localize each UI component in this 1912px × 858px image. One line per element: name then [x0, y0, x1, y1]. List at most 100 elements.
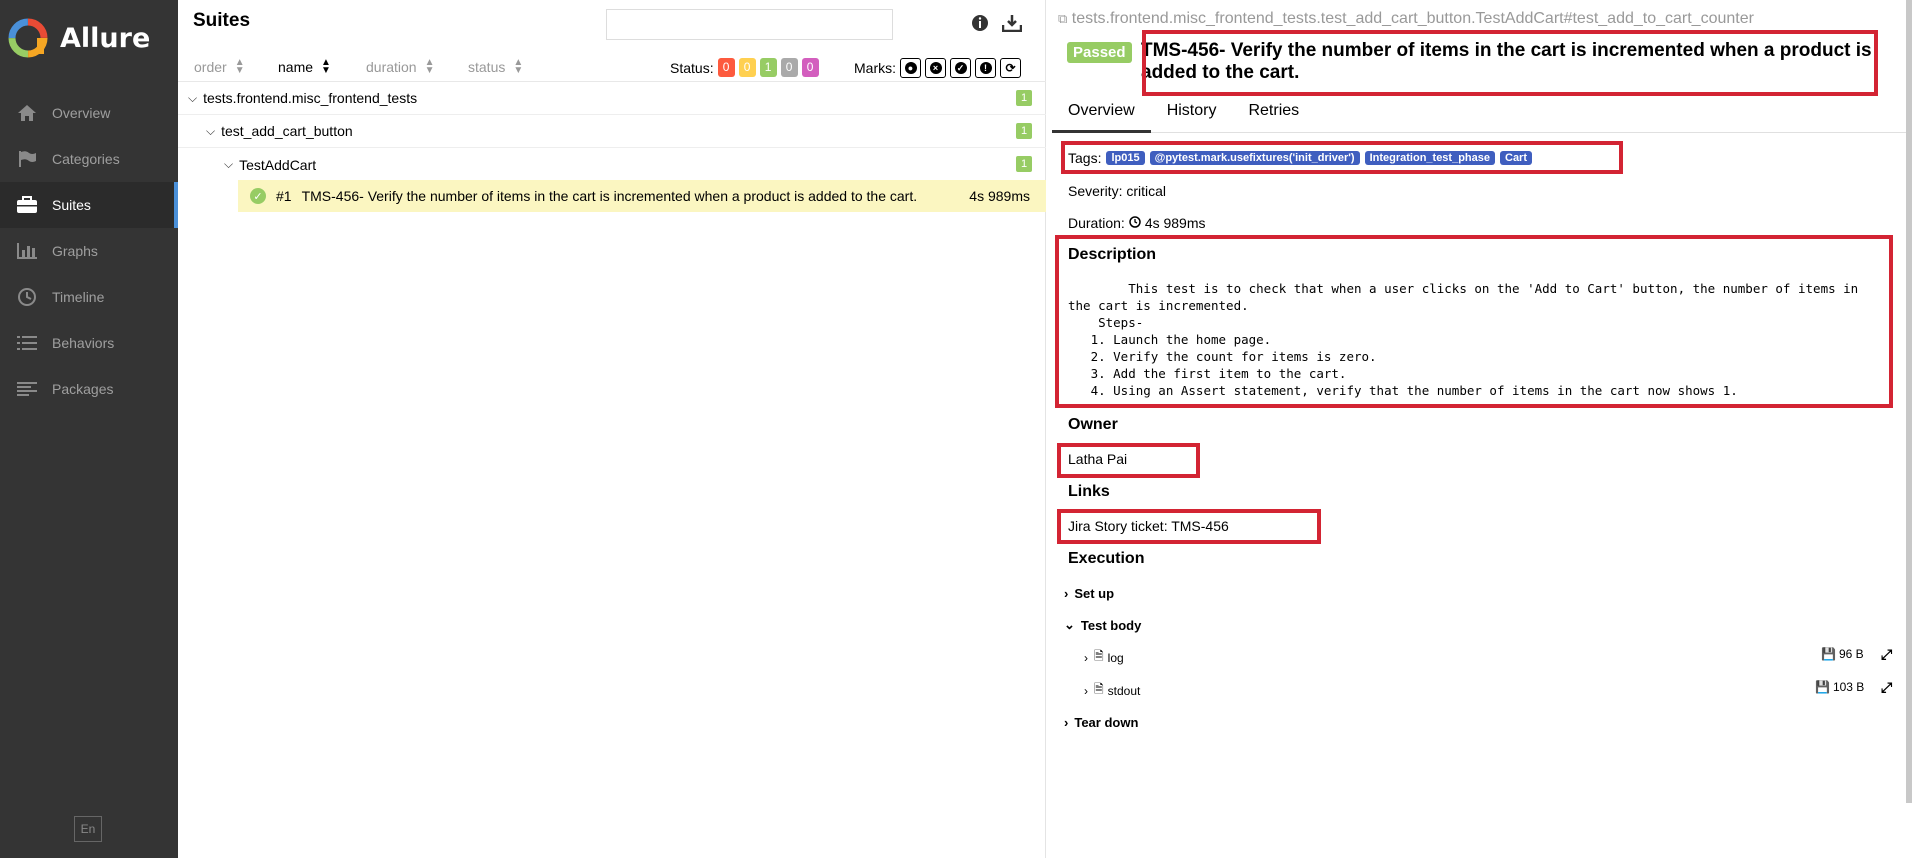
- status-passed-toggle[interactable]: 1: [759, 58, 777, 77]
- setup-label: Set up: [1074, 586, 1115, 601]
- chevron-down-icon: ⌄: [1064, 617, 1075, 632]
- sidebar-item-label: Graphs: [52, 243, 98, 259]
- copy-icon[interactable]: ⧉: [1058, 11, 1067, 26]
- duration: Duration: 4s 989ms: [1068, 215, 1206, 231]
- clock-icon: [16, 286, 38, 308]
- tab-history[interactable]: History: [1151, 98, 1233, 133]
- language-button[interactable]: En: [74, 816, 102, 842]
- sidebar-item-label: Categories: [52, 151, 120, 167]
- status-badge: Passed: [1067, 42, 1132, 63]
- retries-mark-toggle[interactable]: ⟳: [1000, 58, 1021, 78]
- test-result-row[interactable]: ✓ #1 TMS-456- Verify the number of items…: [238, 180, 1046, 212]
- allure-logo[interactable]: Allure: [8, 18, 150, 58]
- flag-icon: [16, 148, 38, 170]
- chevron-right-icon: ›: [1064, 715, 1069, 730]
- test-detail-pane: ⧉ tests.frontend.misc_frontend_tests.tes…: [1052, 0, 1912, 858]
- sidebar-item-graphs[interactable]: Graphs: [0, 228, 178, 274]
- attachment-size: 💾 103 B: [1815, 680, 1864, 694]
- allure-logo-icon: [8, 18, 48, 58]
- sort-duration[interactable]: duration ▲ ▼: [366, 57, 435, 76]
- test-body-step[interactable]: ⌄ Test body: [1064, 617, 1141, 633]
- tab-overview[interactable]: Overview: [1052, 98, 1151, 133]
- bomb-icon: ●: [904, 62, 917, 74]
- teardown-step[interactable]: › Tear down: [1064, 715, 1138, 730]
- suites-pane: Suites order ▲ ▼ name ▲ ▼ duration ▲ ▼ status ▲…: [178, 0, 1046, 858]
- save-icon: 💾: [1821, 647, 1836, 661]
- setup-step[interactable]: › Set up: [1064, 586, 1114, 601]
- test-body-label: Test body: [1080, 617, 1142, 633]
- sidebar-item-label: Behaviors: [52, 335, 115, 351]
- links-heading: Links: [1068, 483, 1110, 500]
- sidebar-item-label: Overview: [52, 105, 111, 121]
- test-name: TMS-456- Verify the number of items in t…: [301, 188, 918, 204]
- expand-icon[interactable]: ⤢: [1881, 646, 1892, 663]
- sort-name[interactable]: name ▲ ▼: [278, 58, 331, 76]
- scrollbar[interactable]: [1906, 0, 1912, 803]
- download-icon[interactable]: [1001, 14, 1023, 34]
- tree-group-label: tests.frontend.misc_frontend_tests: [203, 90, 418, 106]
- sort-order[interactable]: order ▲ ▼: [194, 57, 245, 76]
- execution-heading: Execution: [1068, 550, 1145, 567]
- tree-group-label: TestAddCart: [239, 156, 317, 173]
- tree-group-row[interactable]: ⌵ tests.frontend.misc_frontend_tests 1: [178, 82, 1046, 115]
- attachment-log[interactable]: › 🗎 log: [1084, 647, 1124, 668]
- sort-arrows-icon: ▲ ▼: [513, 57, 524, 76]
- chevron-right-icon: ›: [1084, 650, 1088, 665]
- sidebar-item-packages[interactable]: Packages: [0, 366, 178, 412]
- sidebar: Allure Overview Categories Suites Graphs: [0, 0, 178, 858]
- sidebar-item-label: Suites: [52, 197, 91, 213]
- tree-group-row[interactable]: ⌵ TestAddCart 1: [178, 148, 1046, 181]
- sort-status[interactable]: status ▲ ▼: [468, 57, 524, 76]
- test-order: #1: [276, 188, 292, 204]
- clock-icon: [1129, 215, 1141, 231]
- chevron-down-icon: ⌵: [206, 123, 216, 138]
- align-left-icon: [16, 378, 38, 400]
- sort-name-label: name: [278, 59, 314, 75]
- duration-label: Duration:: [1068, 215, 1125, 231]
- chevron-down-icon: ⌵: [188, 90, 198, 105]
- annotation-box-description: [1055, 235, 1893, 408]
- flaky-mark-toggle[interactable]: ●: [900, 58, 921, 78]
- status-label: Status:: [670, 59, 714, 76]
- attachment-size: 💾 96 B: [1821, 647, 1864, 661]
- new-failed-mark-toggle[interactable]: ×: [925, 58, 946, 78]
- attachment-size-value: 96 B: [1838, 647, 1864, 661]
- tab-retries[interactable]: Retries: [1232, 98, 1315, 133]
- refresh-icon: ⟳: [1004, 61, 1017, 75]
- info-icon[interactable]: [971, 14, 991, 34]
- attachment-stdout[interactable]: › 🗎 stdout: [1084, 680, 1140, 701]
- new-passed-mark-toggle[interactable]: ✓: [950, 58, 971, 78]
- marks-label: Marks:: [854, 60, 896, 76]
- new-broken-mark-toggle[interactable]: !: [975, 58, 996, 78]
- sort-arrows-icon: ▲ ▼: [424, 57, 435, 76]
- check-circle-icon: ✓: [954, 62, 967, 74]
- chevron-right-icon: ›: [1084, 683, 1088, 698]
- sidebar-item-label: Packages: [52, 381, 114, 397]
- status-failed-toggle[interactable]: 0: [717, 58, 735, 77]
- status-unknown-toggle[interactable]: 0: [801, 58, 819, 77]
- sidebar-item-behaviors[interactable]: Behaviors: [0, 320, 178, 366]
- sidebar-item-timeline[interactable]: Timeline: [0, 274, 178, 320]
- tree-group-row[interactable]: ⌵ test_add_cart_button 1: [178, 115, 1046, 148]
- check-circle-icon: ✓: [250, 188, 266, 204]
- home-icon: [16, 102, 38, 124]
- page-title: Suites: [193, 10, 251, 31]
- sort-arrows-icon: ▲ ▼: [234, 57, 245, 76]
- teardown-label: Tear down: [1074, 715, 1139, 730]
- attachment-name: stdout: [1107, 683, 1141, 698]
- sidebar-item-suites[interactable]: Suites: [0, 182, 178, 228]
- expand-icon[interactable]: ⤢: [1881, 679, 1892, 696]
- chevron-right-icon: ›: [1064, 586, 1069, 601]
- duration-value: 4s 989ms: [1144, 215, 1206, 231]
- attachment-size-value: 103 B: [1832, 680, 1865, 694]
- status-skipped-toggle[interactable]: 0: [780, 58, 798, 77]
- search-input[interactable]: [606, 9, 893, 40]
- status-broken-toggle[interactable]: 0: [738, 58, 756, 77]
- annotation-box-owner: [1057, 443, 1200, 478]
- sort-order-label: order: [194, 59, 227, 75]
- sidebar-item-overview[interactable]: Overview: [0, 90, 178, 136]
- test-fullname-text: tests.frontend.misc_frontend_tests.test_…: [1071, 10, 1754, 27]
- severity: Severity: critical: [1068, 183, 1167, 199]
- sidebar-item-categories[interactable]: Categories: [0, 136, 178, 182]
- exclamation-circle-icon: !: [979, 62, 992, 74]
